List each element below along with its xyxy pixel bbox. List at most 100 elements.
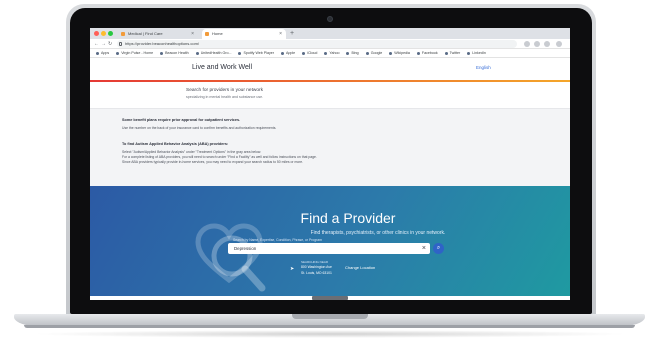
bookmark-label: Apps (101, 51, 110, 55)
aba-instruction: For a complete listing of ABA providers,… (122, 155, 317, 159)
bookmark-label: Beacon Health (165, 51, 189, 55)
bookmark-label: Spotify Web Player (243, 51, 274, 55)
bookmark-item[interactable]: LinkedIn (467, 49, 486, 57)
intro-subheading: specializing in mental health and substa… (186, 95, 264, 99)
provider-search-input[interactable]: Depression × (228, 243, 430, 254)
location-label: SEARCHING NEAR (301, 260, 329, 264)
browser-window: Medical | Find Care × Home × + ← → ↻ htt… (90, 28, 570, 300)
reload-icon[interactable]: ↻ (108, 39, 112, 49)
tab-favicon-icon (121, 32, 125, 36)
close-tab-icon[interactable]: × (191, 29, 194, 39)
tab-label: Home (212, 31, 223, 36)
bookmark-item[interactable]: Apps (96, 49, 110, 57)
bookmark-item[interactable]: Bing (346, 49, 359, 57)
bookmark-icon (96, 51, 99, 55)
search-button[interactable]: ⌕ (433, 243, 444, 254)
bookmark-label: Apple (285, 51, 296, 55)
bookmark-icon (346, 51, 350, 55)
hero-subtitle: Find therapists, psychiatrists, or other… (310, 230, 446, 236)
laptop-shadow (30, 330, 630, 338)
find-provider-hero: Find a Provider Find therapists, psychia… (90, 186, 570, 296)
bookmark-label: Yahoo (329, 51, 340, 55)
bookmark-icon (302, 51, 306, 55)
aba-instruction: Select "Autism/Applied Behavior Analysis… (122, 150, 262, 154)
clear-search-icon[interactable]: × (422, 243, 426, 254)
laptop-mockup: Medical | Find Care × Home × + ← → ↻ htt… (0, 0, 659, 348)
forward-icon[interactable]: → (101, 39, 106, 49)
bookmark-label: Google (370, 51, 383, 55)
notice-title: Some benefit plans require prior approva… (122, 118, 241, 122)
star-icon[interactable] (534, 41, 540, 47)
language-selector[interactable]: English (476, 65, 491, 70)
bookmark-icon (280, 51, 284, 55)
new-tab-icon[interactable]: + (290, 28, 294, 39)
bookmark-icon (324, 51, 328, 55)
bookmark-item[interactable]: Beacon Health (160, 49, 189, 57)
aba-title: To find Autism Applied Behavior Analysis… (122, 142, 229, 146)
laptop-base-edge (24, 325, 635, 328)
bookmark-item[interactable]: Yahoo (324, 49, 340, 57)
back-icon[interactable]: ← (94, 39, 99, 49)
search-icon: ⌕ (436, 245, 441, 251)
bookmark-item[interactable]: iCloud (302, 49, 318, 57)
bookmark-label: iCloud (307, 51, 318, 55)
bookmark-item[interactable]: Apple (280, 49, 296, 57)
bookmark-icon (444, 51, 448, 55)
bookmark-icon (389, 51, 393, 55)
hero-title: Find a Provider (300, 210, 396, 226)
bookmark-item[interactable]: Wikipedia (389, 49, 410, 57)
bookmark-icon (416, 51, 420, 55)
browser-toolbar: ← → ↻ https://provider.beaconhealthoptio… (90, 39, 570, 49)
bookmark-label: LinkedIn (472, 51, 486, 55)
bookmark-item[interactable]: Spotify Web Player (238, 49, 274, 57)
bookmarks-bar: Apps Virgin Pulse - Home Beacon Health U… (90, 49, 570, 58)
location-address-line1: 800 Washington Ave (301, 265, 332, 269)
tab-medical-find-care[interactable]: Medical | Find Care × (118, 29, 198, 39)
bookmark-label: Facebook (421, 51, 438, 55)
bookmark-label: Bing (351, 51, 359, 55)
close-tab-icon[interactable]: × (279, 29, 282, 39)
tab-strip: Medical | Find Care × Home × + (90, 28, 570, 39)
change-location-link[interactable]: Change Location (345, 265, 375, 270)
maximize-window-icon[interactable] (108, 31, 113, 36)
menu-icon[interactable] (556, 41, 562, 47)
tab-home[interactable]: Home × (202, 29, 286, 39)
bookmark-icon (160, 51, 164, 55)
camera-icon (327, 16, 333, 22)
bookmark-icon (365, 51, 369, 55)
bookmark-label: Twitter (449, 51, 461, 55)
bookmark-item[interactable]: Google (365, 49, 383, 57)
bookmark-label: UnitedHealth Gro... (200, 51, 232, 55)
benefit-notice: Some benefit plans require prior approva… (90, 108, 570, 186)
bookmark-icon (116, 51, 120, 55)
scroll-handle[interactable] (312, 296, 348, 300)
bookmark-icon (195, 51, 199, 55)
extension-icon[interactable] (524, 41, 530, 47)
web-page: Live and Work Well English Search for pr… (90, 58, 570, 300)
aba-instruction: Since ABA providers typically provide in… (122, 160, 304, 164)
intro-heading: Search for providers in your network (186, 88, 264, 93)
search-hint: Search by Name, Expertise, Condition, Ph… (233, 238, 322, 242)
bookmark-label: Virgin Pulse - Home (121, 51, 154, 55)
address-bar[interactable]: https://provider.beaconhealthoptions.com… (117, 40, 517, 48)
address-bar-url: https://provider.beaconhealthoptions.com… (125, 41, 200, 46)
bookmark-item[interactable]: Twitter (444, 49, 461, 57)
lock-icon (119, 42, 122, 46)
search-value: Depression (234, 246, 257, 251)
location-pin-icon: ➤ (290, 266, 295, 272)
tab-label: Medical | Find Care (128, 31, 163, 36)
site-header: Live and Work Well English (90, 58, 570, 80)
site-title[interactable]: Live and Work Well (192, 64, 252, 71)
bookmark-item[interactable]: UnitedHealth Gro... (195, 49, 232, 57)
bookmark-label: Wikipedia (394, 51, 410, 55)
tab-favicon-icon (205, 32, 209, 36)
laptop-notch (292, 314, 368, 319)
bookmark-icon (467, 51, 471, 55)
notice-text: Use the number on the back of your insur… (122, 126, 277, 130)
bookmark-item[interactable]: Facebook (416, 49, 438, 57)
bookmark-item[interactable]: Virgin Pulse - Home (116, 49, 154, 57)
profile-icon[interactable] (544, 41, 550, 47)
minimize-window-icon[interactable] (101, 31, 106, 36)
close-window-icon[interactable] (94, 31, 99, 36)
location-address-line2: St. Louis, MO 63101 (301, 271, 332, 275)
